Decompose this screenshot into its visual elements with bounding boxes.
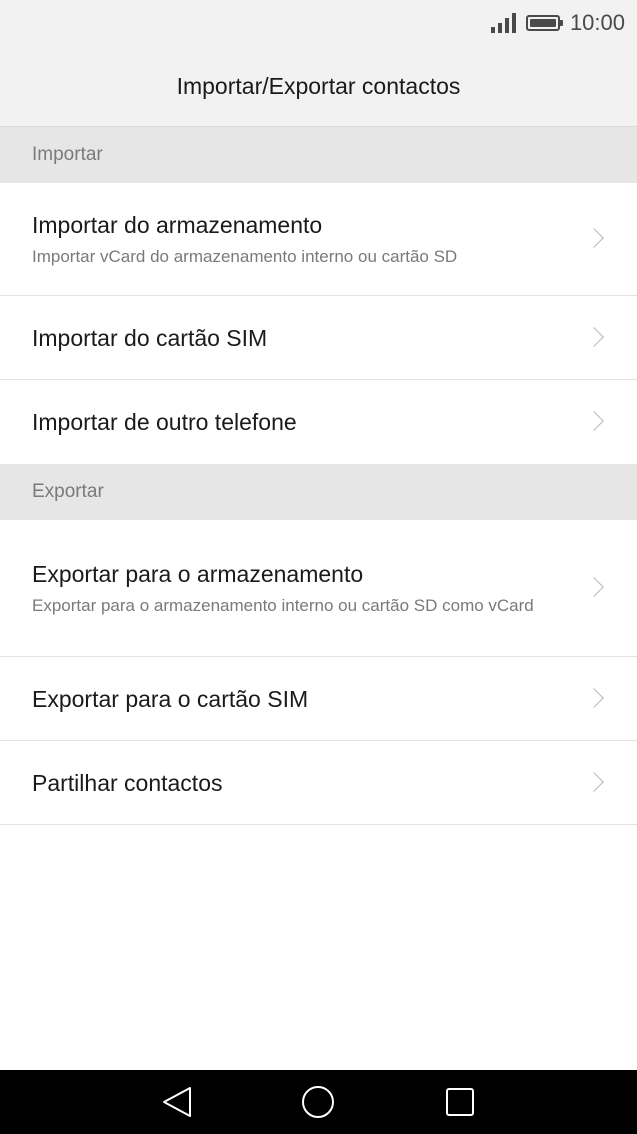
list-item-importar-armazenamento[interactable]: Importar do armazenamento Importar vCard… — [0, 183, 637, 296]
back-icon[interactable] — [160, 1084, 196, 1120]
item-subtitle: Exportar para o armazenamento interno ou… — [32, 595, 534, 615]
item-subtitle: Importar vCard do armazenamento interno … — [32, 246, 458, 266]
status-time: 10:00 — [569, 10, 625, 35]
item-title: Exportar para o cartão SIM — [32, 685, 309, 712]
item-title: Partilhar contactos — [32, 769, 223, 796]
recents-icon[interactable] — [442, 1084, 478, 1120]
chevron-right-icon — [584, 771, 604, 792]
battery-icon — [525, 15, 563, 31]
item-title: Importar do cartão SIM — [32, 324, 268, 351]
navigation-bar — [0, 1070, 637, 1134]
chevron-right-icon — [584, 228, 604, 248]
title-bar: Importar/Exportar contactos — [0, 46, 637, 127]
item-title: Importar de outro telefone — [32, 409, 297, 435]
home-icon[interactable] — [300, 1084, 336, 1120]
list-item-importar-outro-telefone[interactable]: Importar de outro telefone — [0, 380, 637, 464]
chevron-right-icon — [584, 411, 604, 431]
item-title: Exportar para o armazenamento — [32, 560, 364, 587]
list-item-importar-sim[interactable]: Importar do cartão SIM — [0, 296, 637, 380]
list-item-exportar-sim[interactable]: Exportar para o cartão SIM — [0, 657, 637, 741]
signal-icon — [490, 13, 516, 33]
section-header-importar: Importar — [0, 127, 637, 183]
list-item-exportar-armazenamento[interactable]: Exportar para o armazenamento Exportar p… — [0, 520, 637, 657]
settings-list: Importar Importar do armazenamento Impor… — [0, 127, 637, 825]
status-bar: 10:00 — [0, 0, 637, 46]
item-title: Importar do armazenamento — [32, 211, 323, 238]
chevron-right-icon — [584, 326, 604, 347]
section-header-exportar: Exportar — [0, 464, 637, 520]
page-title: Importar/Exportar contactos — [176, 72, 461, 99]
chevron-right-icon — [584, 577, 604, 597]
chevron-right-icon — [584, 687, 604, 708]
list-item-partilhar-contactos[interactable]: Partilhar contactos — [0, 741, 637, 825]
